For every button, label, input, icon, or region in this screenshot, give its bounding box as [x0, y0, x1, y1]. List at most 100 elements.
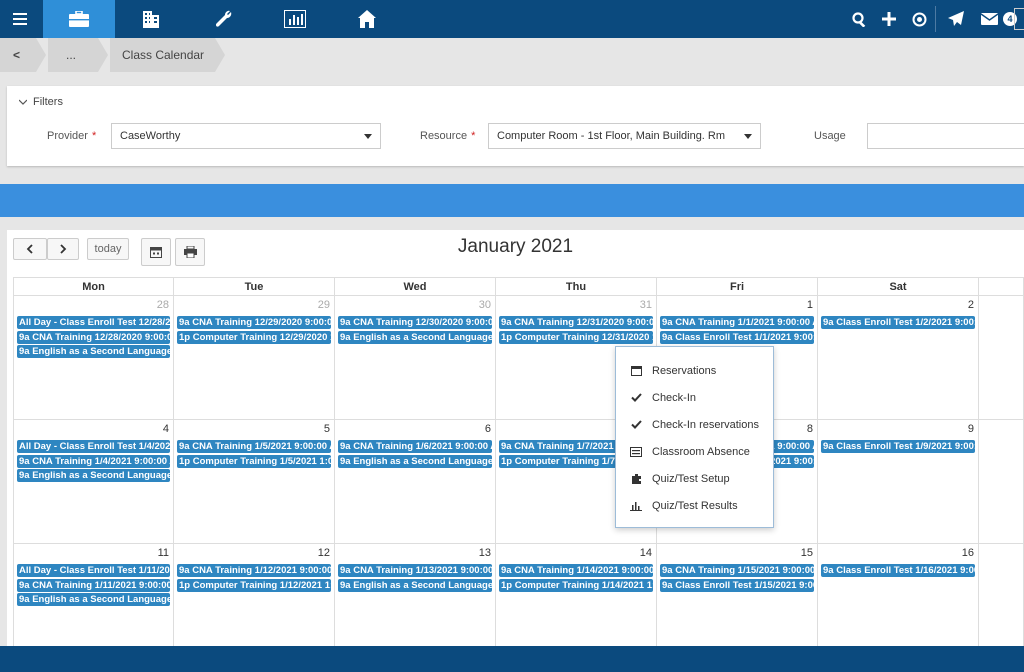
day-header-wed: Wed — [335, 277, 496, 296]
calendar-icon — [630, 365, 642, 377]
day-cell[interactable]: 4 All Day - Class Enroll Test 1/4/2021 9a … — [13, 420, 174, 544]
calendar-event[interactable]: All Day - Class Enroll Test 1/11/2021 — [17, 564, 170, 577]
search-icon[interactable] — [846, 0, 872, 38]
breadcrumb-back-button[interactable]: < — [13, 38, 20, 72]
calendar-event[interactable]: 9a English as a Second Language Class — [17, 469, 170, 482]
context-menu-item[interactable]: Check-In reservations — [616, 411, 773, 438]
breadcrumb: < ... Class Calendar — [0, 38, 1024, 72]
dropdown-caret-icon — [364, 133, 372, 139]
top-nav: 4 — [0, 0, 1024, 38]
calendar-event[interactable]: 9a CNA Training 1/4/2021 9:00:00 AM — [17, 454, 170, 468]
day-number: 30 — [478, 299, 491, 311]
calendar-event[interactable]: 9a Class Enroll Test 1/15/2021 9:00:00 A… — [660, 578, 814, 592]
calendar-event[interactable]: 9a English as a Second Language Class — [17, 593, 170, 606]
day-cell[interactable]: 6 9a CNA Training 1/6/2021 9:00:00 AM 9a E… — [335, 420, 496, 544]
home-icon[interactable] — [331, 0, 403, 38]
day-cell[interactable]: 30 9a CNA Training 12/30/2020 9:00:00 AM9… — [335, 296, 496, 420]
plus-icon[interactable] — [876, 0, 902, 38]
calendar-event[interactable]: 9a English as a Second Language Class — [17, 345, 170, 358]
calendar-event[interactable]: 9a Class Enroll Test 1/16/2021 9:00:00 A… — [821, 564, 975, 577]
day-number: 9 — [967, 423, 974, 435]
day-header-mon: Mon — [13, 277, 174, 296]
check-icon — [630, 419, 642, 431]
context-menu: Reservations Check-In Check-In reservation… — [615, 346, 774, 528]
building-icon[interactable] — [115, 0, 187, 38]
breadcrumb-ellipsis[interactable]: ... — [66, 38, 76, 72]
resource-select[interactable]: Computer Room - 1st Floor, Main Building… — [488, 123, 761, 149]
calendar-event[interactable]: All Day - Class Enroll Test 12/28/2020 — [17, 316, 170, 329]
calendar-event[interactable]: 1p Computer Training 1/5/2021 1:00:00 PM — [177, 454, 331, 468]
context-menu-label: Check-In — [652, 391, 697, 404]
day-cell[interactable]: 5 9a CNA Training 1/5/2021 9:00:00 AM 1p C… — [174, 420, 335, 544]
day-number: 31 — [639, 299, 652, 311]
day-cell[interactable] — [979, 296, 1024, 420]
calendar-event[interactable]: 9a CNA Training 1/11/2021 9:00:00 AM — [17, 578, 170, 592]
calendar-event[interactable]: 9a CNA Training 1/6/2021 9:00:00 AM — [338, 440, 492, 453]
nav-divider — [935, 6, 936, 32]
calendar-event[interactable]: 9a CNA Training 12/28/2020 9:00:00 AM — [17, 330, 170, 344]
day-header-tue: Tue — [174, 277, 335, 296]
day-cell[interactable]: 2 9a Class Enroll Test 1/2/2021 9:00:00 A… — [818, 296, 979, 420]
context-menu-label: Quiz/Test Setup — [652, 472, 730, 485]
wrench-icon[interactable] — [187, 0, 259, 38]
briefcase-icon[interactable] — [43, 0, 115, 38]
filters-panel: Filters Provider * CaseWorthy Resource * C… — [7, 86, 1024, 166]
filters-toggle[interactable]: Filters — [18, 96, 63, 108]
resource-label: Resource — [420, 130, 468, 142]
calendar-event[interactable]: 9a English as a Second Language Class — [338, 330, 492, 344]
mail-icon[interactable] — [976, 0, 1002, 38]
calendar-event[interactable]: 9a CNA Training 12/29/2020 9:00:00 AM — [177, 316, 331, 329]
calendar-event[interactable]: All Day - Class Enroll Test 1/4/2021 — [17, 440, 170, 453]
calendar-event[interactable]: 9a CNA Training 1/15/2021 9:00:00 AM — [660, 564, 814, 577]
chevron-down-icon — [18, 96, 28, 108]
calendar-event[interactable]: 9a CNA Training 1/12/2021 9:00:00 AM — [177, 564, 331, 577]
calendar-event[interactable]: 9a CNA Training 1/5/2021 9:00:00 AM — [177, 440, 331, 453]
usage-label: Usage — [814, 130, 846, 142]
day-header-sat: Sat — [818, 277, 979, 296]
context-menu-item[interactable]: Check-In — [616, 384, 773, 411]
usage-input[interactable] — [867, 123, 1024, 149]
provider-select[interactable]: CaseWorthy — [111, 123, 381, 149]
calendar-event[interactable]: 9a CNA Training 1/14/2021 9:00:00 AM — [499, 564, 653, 577]
required-marker: * — [471, 130, 476, 142]
day-number: 14 — [639, 547, 652, 559]
day-cell[interactable]: 9 9a Class Enroll Test 1/9/2021 9:00:00 A… — [818, 420, 979, 544]
day-number: 28 — [156, 299, 169, 311]
target-icon[interactable] — [906, 0, 932, 38]
day-number: 15 — [800, 547, 813, 559]
day-header-thu: Thu — [496, 277, 657, 296]
day-number: 6 — [484, 423, 491, 435]
context-menu-label: Reservations — [652, 364, 717, 377]
calendar-event[interactable]: 1p Computer Training 1/14/2021 1:00:00 P… — [499, 578, 653, 592]
context-menu-item[interactable]: Reservations — [616, 357, 773, 384]
send-icon[interactable] — [943, 0, 969, 38]
calendar-event[interactable]: 9a Class Enroll Test 1/9/2021 9:00:00 AM — [821, 440, 975, 453]
day-number: 5 — [323, 423, 330, 435]
calendar-event[interactable]: 1p Computer Training 12/31/2020 1:00:00 … — [499, 330, 653, 344]
context-menu-item[interactable]: Quiz/Test Results — [616, 492, 773, 519]
calendar-title: January 2021 — [457, 236, 574, 257]
calendar-event[interactable]: 1p Computer Training 12/29/2020 1:00:00 … — [177, 330, 331, 344]
calendar-event[interactable]: 1p Computer Training 1/12/2021 1:00:00 P… — [177, 578, 331, 592]
day-cell[interactable]: 28 All Day - Class Enroll Test 12/28/2020… — [13, 296, 174, 420]
context-menu-label: Quiz/Test Results — [652, 499, 738, 512]
calendar-event[interactable]: 9a English as a Second Language Class — [338, 578, 492, 592]
day-number: 12 — [317, 547, 330, 559]
calendar-event[interactable]: 9a English as a Second Language Class — [338, 454, 492, 468]
day-header-partial — [979, 277, 1024, 296]
calendar-event[interactable]: 9a CNA Training 12/31/2020 9:00:00 AM — [499, 316, 653, 329]
menu-icon[interactable] — [0, 0, 40, 38]
calendar-event[interactable]: 9a Class Enroll Test 1/2/2021 9:00:00 AM — [821, 316, 975, 329]
day-cell[interactable]: 29 9a CNA Training 12/29/2020 9:00:00 AM1… — [174, 296, 335, 420]
context-menu-item[interactable]: Quiz/Test Setup — [616, 465, 773, 492]
day-cell[interactable] — [979, 420, 1024, 544]
calendar-event[interactable]: 9a CNA Training 1/13/2021 9:00:00 AM — [338, 564, 492, 577]
calendar-event[interactable]: 9a CNA Training 12/30/2020 9:00:00 AM — [338, 316, 492, 329]
view-toggle-button[interactable] — [1014, 8, 1024, 30]
calendar-event[interactable]: 9a CNA Training 1/1/2021 9:00:00 AM — [660, 316, 814, 329]
context-menu-item[interactable]: Classroom Absence — [616, 438, 773, 465]
dropdown-caret-icon — [744, 133, 752, 139]
provider-label: Provider — [47, 130, 88, 142]
chart-icon[interactable] — [259, 0, 331, 38]
calendar-event[interactable]: 9a Class Enroll Test 1/1/2021 9:00:00 AM — [660, 330, 814, 344]
